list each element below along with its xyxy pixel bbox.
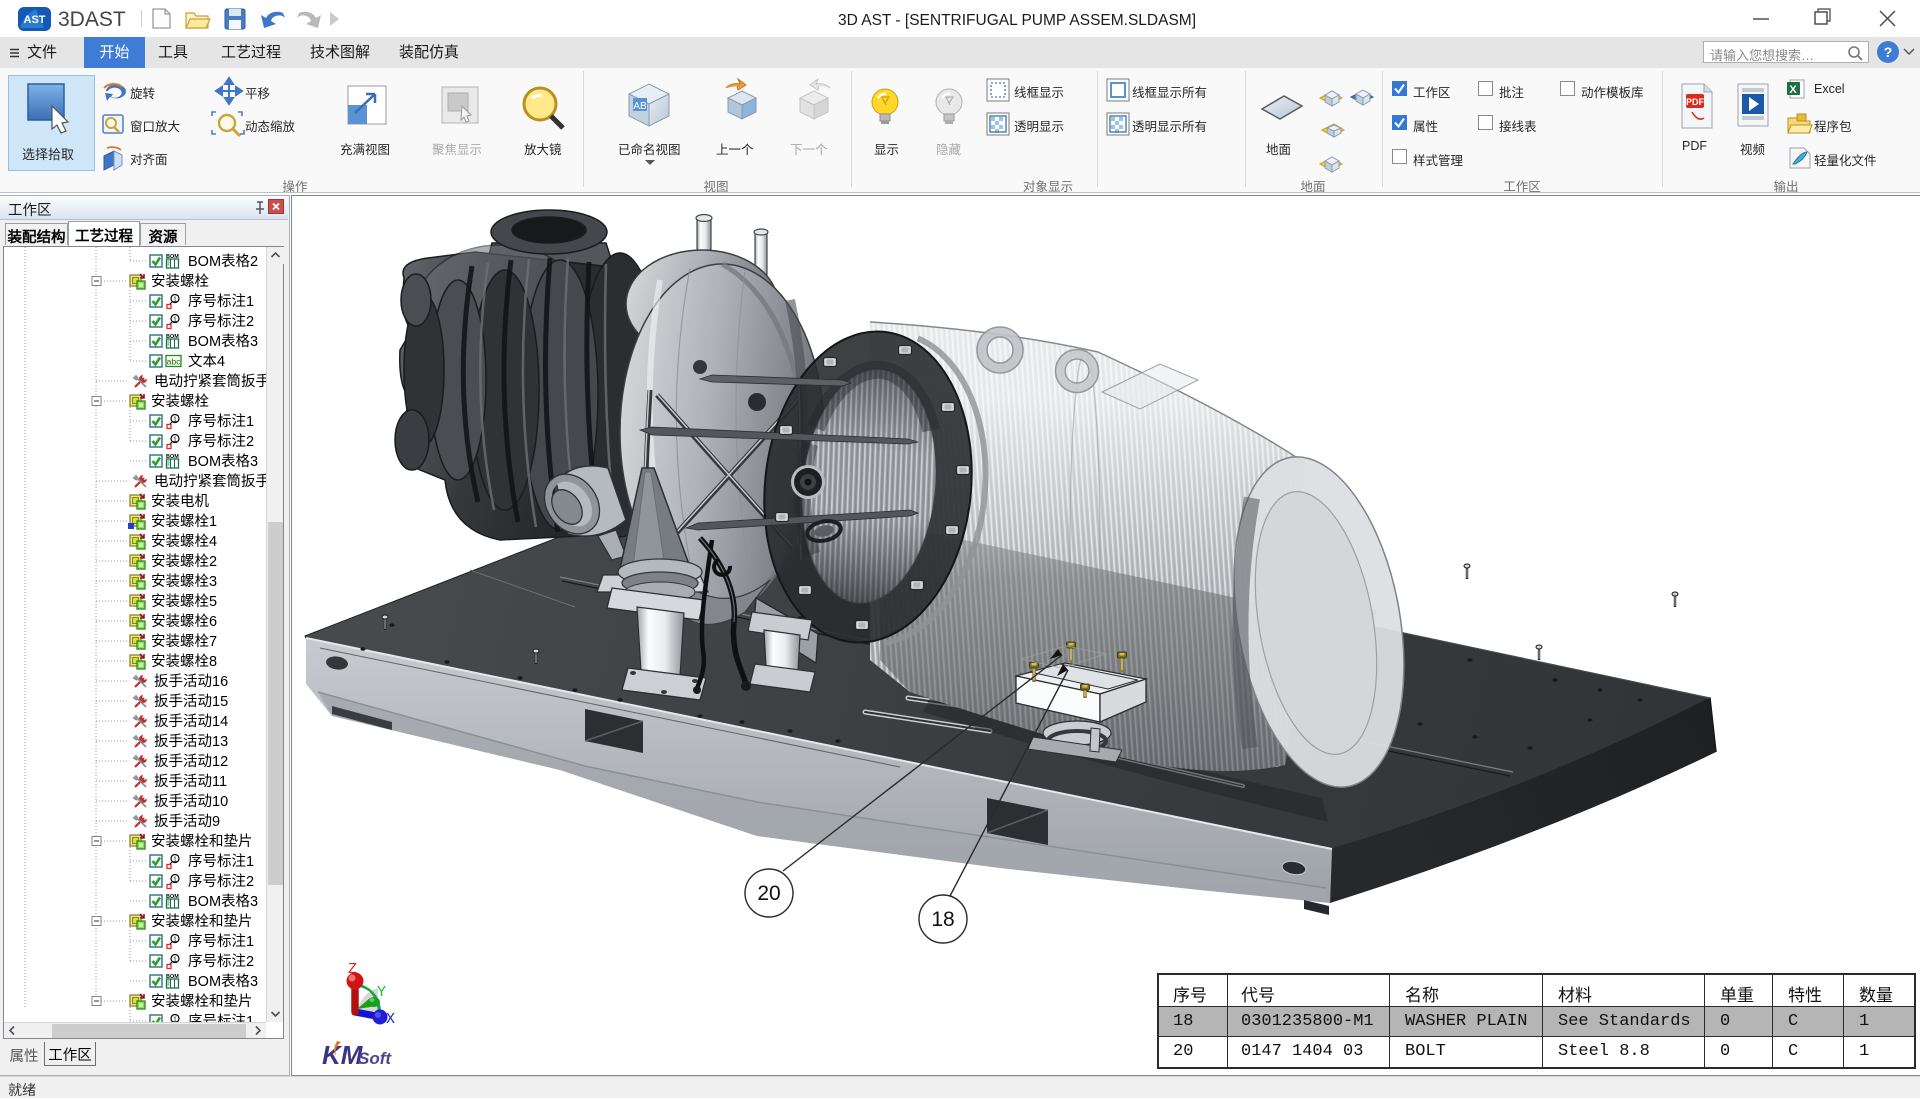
- svg-text:PDF: PDF: [1686, 97, 1705, 107]
- svg-text:序号标注1: 序号标注1: [188, 413, 254, 430]
- svg-text:安装螺栓和垫片: 安装螺栓和垫片: [151, 833, 253, 850]
- svg-text:安装螺栓6: 安装螺栓6: [151, 613, 217, 630]
- svg-text:20: 20: [757, 882, 780, 905]
- svg-text:18: 18: [931, 908, 954, 931]
- svg-text:序号标注2: 序号标注2: [188, 873, 254, 890]
- svg-text:安装螺栓: 安装螺栓: [151, 273, 209, 290]
- svg-text:扳手活动15: 扳手活动15: [154, 693, 228, 710]
- svg-text:Y: Y: [377, 984, 386, 1001]
- svg-text:安装螺栓5: 安装螺栓5: [151, 593, 217, 610]
- svg-text:BOM表格2: BOM表格2: [188, 253, 258, 270]
- svg-text:安装螺栓: 安装螺栓: [151, 393, 209, 410]
- svg-text:安装螺栓和垫片: 安装螺栓和垫片: [151, 913, 253, 930]
- svg-text:文本4: 文本4: [188, 353, 225, 370]
- svg-text:序号标注2: 序号标注2: [188, 433, 254, 450]
- svg-text:扳手活动14: 扳手活动14: [154, 713, 228, 730]
- svg-text:电动拧紧套筒扳手28: 电动拧紧套筒扳手28: [154, 373, 283, 390]
- svg-text:X: X: [1789, 84, 1797, 96]
- svg-text:3D AST - [SENTRIFUGAL PUMP ASS: 3D AST - [SENTRIFUGAL PUMP ASSEM.SLDASM]: [838, 12, 1196, 29]
- svg-text:安装螺栓3: 安装螺栓3: [151, 573, 217, 590]
- svg-text:X: X: [386, 1011, 395, 1028]
- svg-text:扳手活动10: 扳手活动10: [154, 793, 228, 810]
- svg-text:Soft: Soft: [358, 1049, 392, 1068]
- svg-text:BOM表格3: BOM表格3: [188, 893, 258, 910]
- svg-text:AST: AST: [24, 14, 46, 26]
- svg-text:安装螺栓7: 安装螺栓7: [151, 633, 217, 650]
- svg-text:安装螺栓8: 安装螺栓8: [151, 653, 217, 670]
- svg-text:BOM表格3: BOM表格3: [188, 973, 258, 990]
- svg-text:序号标注1: 序号标注1: [188, 853, 254, 870]
- svg-text:序号标注2: 序号标注2: [188, 313, 254, 330]
- svg-text:扳手活动11: 扳手活动11: [154, 773, 227, 790]
- svg-text:序号标注1: 序号标注1: [188, 933, 254, 950]
- svg-text:扳手活动12: 扳手活动12: [154, 753, 228, 770]
- svg-text:序号标注2: 序号标注2: [188, 953, 254, 970]
- svg-text:安装电机: 安装电机: [151, 493, 209, 510]
- svg-text:安装螺栓和垫片: 安装螺栓和垫片: [151, 993, 253, 1010]
- svg-text:扳手活动13: 扳手活动13: [154, 733, 228, 750]
- svg-text:安装螺栓2: 安装螺栓2: [151, 553, 217, 570]
- svg-text:3DAST: 3DAST: [58, 8, 126, 31]
- svg-text:BOM表格3: BOM表格3: [188, 333, 258, 350]
- svg-text:安装螺栓1: 安装螺栓1: [151, 513, 217, 530]
- svg-text:扳手活动9: 扳手活动9: [154, 813, 220, 830]
- svg-text:序号标注1: 序号标注1: [188, 293, 254, 310]
- svg-text:电动拧紧套筒扳手26: 电动拧紧套筒扳手26: [154, 473, 283, 490]
- svg-text:Z: Z: [348, 961, 357, 978]
- svg-text:BOM表格3: BOM表格3: [188, 453, 258, 470]
- svg-text:AB: AB: [633, 101, 647, 112]
- svg-text:安装螺栓4: 安装螺栓4: [151, 533, 217, 550]
- svg-text:扳手活动16: 扳手活动16: [154, 673, 228, 690]
